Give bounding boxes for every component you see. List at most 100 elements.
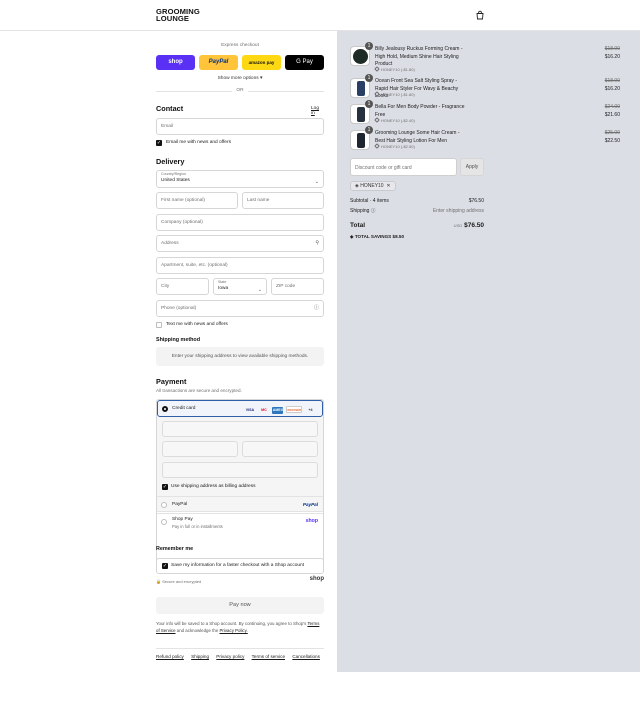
name-on-card-field[interactable] — [162, 462, 318, 478]
credit-card-radio[interactable] — [162, 406, 168, 412]
refund-policy-link[interactable]: Refund policy — [156, 654, 184, 659]
remember-me-box: ✓ Save my information for a faster check… — [156, 558, 324, 574]
text-news-checkbox[interactable] — [156, 322, 162, 328]
billing-address-checkbox[interactable]: ✓ — [162, 484, 168, 490]
apply-discount-button[interactable]: Apply — [460, 158, 484, 176]
first-name-field[interactable]: First name (optional) — [156, 192, 238, 209]
total-value: $76.50 — [464, 222, 484, 229]
terms-of-service-footer-link[interactable]: Terms of service — [252, 654, 285, 659]
state-select[interactable]: State Iowa ⌄ — [213, 278, 267, 295]
email-field[interactable]: Email — [156, 118, 324, 135]
privacy-policy-footer-link[interactable]: Privacy policy — [216, 654, 244, 659]
shop-pay-button[interactable]: shop — [156, 55, 195, 70]
contact-heading: Contact — [156, 104, 184, 113]
country-select[interactable]: Country/Region United States ⌄ — [156, 170, 324, 188]
more-cards-badge: +4 — [308, 408, 313, 412]
currency-code: USD — [453, 223, 463, 228]
zip-field[interactable]: ZIP code — [271, 278, 324, 295]
remember-me-heading: Remember me — [156, 546, 194, 552]
footer-divider — [156, 648, 324, 649]
express-checkout-label: Express checkout — [221, 43, 259, 48]
expiration-field[interactable] — [162, 441, 238, 457]
credit-card-label: Credit card — [172, 406, 196, 411]
discounted-price: $21.60 — [604, 111, 620, 118]
original-price: $24.00 — [604, 104, 620, 110]
billing-address-label: Use shipping address as billing address — [171, 484, 256, 489]
login-link[interactable]: Log in — [311, 106, 324, 116]
save-info-checkbox[interactable]: ✓ — [162, 563, 168, 569]
quantity-badge: 1 — [365, 74, 373, 82]
item-prices: $18.00 $16.20 — [575, 46, 620, 61]
paypal-button[interactable]: PayPal — [199, 55, 238, 70]
last-name-field[interactable]: Last name — [242, 192, 324, 209]
shopping-bag-icon[interactable] — [475, 10, 485, 20]
shipping-link[interactable]: Shipping — [191, 654, 209, 659]
email-news-checkbox[interactable]: ✓ — [156, 140, 162, 146]
help-icon[interactable]: ⓘ — [314, 301, 319, 316]
discount-code-input[interactable]: Discount code or gift card — [350, 158, 457, 176]
savings-value: $8.50 — [392, 234, 405, 239]
show-more-label: Show more options — [217, 76, 259, 81]
subtotal-value: $76.50 — [468, 198, 484, 204]
remove-code-icon[interactable]: ✕ — [385, 183, 390, 189]
tag-icon — [374, 66, 380, 72]
tag-icon — [374, 117, 380, 123]
shop-pay-label: Shop Pay — [172, 517, 193, 522]
terms-intro: Your info will be saved to a Shop accoun… — [156, 621, 307, 626]
company-field[interactable]: Company (optional) — [156, 214, 324, 231]
city-field[interactable]: City — [156, 278, 209, 295]
shop-pay-radio[interactable] — [161, 519, 167, 525]
original-price: $25.00 — [604, 130, 620, 136]
info-icon[interactable]: ⓘ — [371, 208, 376, 213]
item-discount: HONEY10 (-$2.50) — [374, 143, 415, 149]
tag-icon: ◈ — [355, 183, 359, 189]
lock-icon: 🔒 — [156, 579, 161, 584]
shipping-method-placeholder: Enter your shipping address to view avai… — [156, 347, 324, 366]
card-number-field[interactable] — [162, 421, 318, 437]
shop-pay-logo: shop — [305, 518, 318, 524]
credit-card-option[interactable]: Credit card VISA MC AMEX DISCOVER +4 — [157, 400, 323, 417]
paypal-radio[interactable] — [161, 502, 167, 508]
discounted-price: $16.20 — [604, 85, 620, 92]
country-value: United States — [161, 178, 190, 183]
original-price: $18.00 — [604, 78, 620, 84]
apartment-field[interactable]: Apartment, suite, etc. (optional) — [156, 257, 324, 274]
subtotal-label: Subtotal · 4 items — [350, 198, 389, 204]
store-logo[interactable]: GROOMING LOUNGE — [156, 7, 200, 22]
checkout-page: GROOMING LOUNGE 1 Billy Jealousy Ruckus … — [0, 0, 640, 721]
product-name: Bella For Men Body Powder - Fragrance Fr… — [375, 104, 465, 118]
privacy-policy-link[interactable]: Privacy Policy. — [220, 628, 248, 633]
total-label: Total — [350, 222, 366, 229]
item-discount-text: HONEY10 (-$1.80) — [381, 92, 415, 97]
show-more-options[interactable]: Show more options ▾ — [156, 76, 324, 81]
or-separator: OR — [232, 88, 248, 93]
item-discount-text: HONEY10 (-$2.40) — [381, 118, 415, 123]
savings-label: TOTAL SAVINGS — [354, 234, 392, 239]
chevron-down-icon: ⌄ — [314, 179, 319, 185]
chevron-down-icon: ▾ — [259, 76, 263, 81]
quantity-badge: 1 — [365, 100, 373, 108]
footer-links: Refund policy Shipping Privacy policy Te… — [156, 654, 326, 659]
item-discount: HONEY10 (-$1.80) — [374, 91, 415, 97]
shop-pay-sub: Pay in full or in installments — [172, 524, 223, 529]
text-news-label: Text me with news and offers — [166, 322, 228, 327]
paypal-logo: PayPal — [302, 502, 318, 507]
pay-now-button[interactable]: Pay now — [156, 597, 324, 614]
state-value: Iowa — [218, 286, 229, 291]
phone-field[interactable]: Phone (optional) ⓘ — [156, 300, 324, 317]
paypal-option[interactable]: PayPal PayPal — [157, 496, 323, 513]
secure-note-text: Secure and encrypted — [162, 579, 202, 584]
shipping-value: Enter shipping address — [432, 208, 484, 214]
address-field[interactable]: Address ⚲ — [156, 235, 324, 252]
amazon-pay-button[interactable]: amazon pay — [242, 55, 281, 70]
cancellations-link[interactable]: Cancellations — [292, 654, 320, 659]
original-price: $18.00 — [604, 46, 620, 52]
payment-heading: Payment — [156, 377, 187, 386]
item-discount-text: HONEY10 (-$1.80) — [381, 67, 415, 72]
security-code-field[interactable] — [242, 441, 318, 457]
save-info-label: Save my information for a faster checkou… — [171, 563, 305, 568]
item-prices: $24.00 $21.60 — [575, 104, 620, 119]
product-name: Ocean Front Sea Salt Styling Spray - Rap… — [375, 78, 459, 100]
shop-pay-option[interactable]: Shop Pay Pay in full or in installments … — [157, 513, 323, 534]
google-pay-button[interactable]: G Pay — [285, 55, 324, 70]
